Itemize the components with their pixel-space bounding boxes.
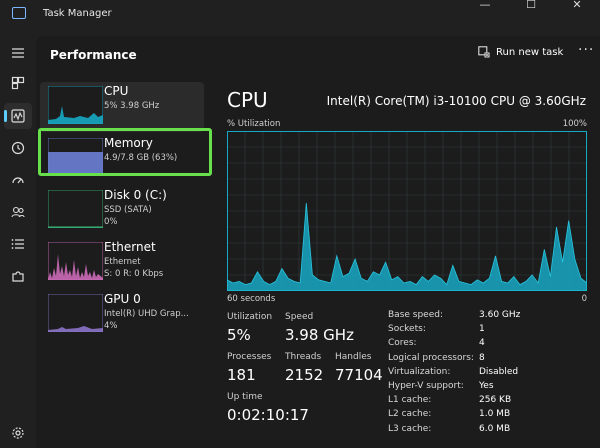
processes-icon (11, 76, 25, 90)
nav-app-history[interactable] (4, 135, 32, 161)
spec-key: Sockets: (388, 324, 426, 335)
device-type: Ethernet (104, 257, 141, 267)
spec-value: Yes (479, 381, 494, 391)
close-button[interactable]: ✕ (554, 0, 600, 12)
handles-value: 77104 (335, 366, 383, 384)
device-gpu[interactable]: GPU 0 Intel(R) UHD Grap... 4% (40, 290, 204, 340)
minimize-button[interactable]: — (462, 0, 508, 12)
ethernet-thumbnail (48, 242, 103, 280)
run-new-task-label: Run new task (496, 46, 564, 58)
gpu-thumbnail (48, 294, 103, 332)
handles-label: Handles (335, 352, 372, 362)
nav-performance[interactable] (4, 103, 32, 129)
threads-label: Threads (285, 352, 322, 362)
nav-services[interactable] (4, 263, 32, 289)
spec-value: 6.0 MB (479, 423, 511, 434)
spec-value: 8 (479, 352, 485, 363)
task-manager-app-icon (12, 7, 26, 19)
performance-icon (11, 109, 25, 123)
main-panel: Performance Run new task ··· CPU 5% 3.98… (36, 36, 600, 448)
users-icon (11, 206, 25, 218)
nav-processes[interactable] (4, 70, 32, 96)
spec-key: L1 cache: (388, 395, 432, 406)
spec-value: Disabled (479, 366, 519, 377)
device-model: Intel(R) UHD Grap... (104, 309, 189, 319)
spec-key: L2 cache: (388, 409, 432, 420)
nav-startup-apps[interactable] (4, 167, 32, 193)
title-bar: Task Manager — ☐ ✕ (0, 0, 600, 30)
maximize-button[interactable]: ☐ (508, 0, 554, 12)
disk-thumbnail (48, 190, 103, 228)
device-throughput: S: 0 R: 0 Kbps (104, 269, 164, 279)
utilization-label: Utilization (227, 312, 273, 322)
history-icon (11, 141, 25, 155)
spec-key: Virtualization: (388, 366, 451, 377)
device-cpu[interactable]: CPU 5% 3.98 GHz (40, 82, 204, 132)
device-usage: 0% (104, 217, 118, 227)
speed-label: Speed (285, 312, 314, 322)
cpu-model-name: Intel(R) Core(TM) i3-10100 CPU @ 3.60GHz (326, 94, 586, 108)
spec-key: Cores: (388, 338, 417, 349)
speed-value: 3.98 GHz (285, 326, 354, 344)
processes-value: 181 (227, 366, 256, 384)
device-type: SSD (SATA) (104, 205, 152, 215)
threads-value: 2152 (285, 366, 324, 384)
memory-highlight-box (38, 128, 212, 176)
device-disk[interactable]: Disk 0 (C:) SSD (SATA) 0% (40, 186, 204, 236)
uptime-value: 0:02:10:17 (227, 406, 309, 424)
cpu-detail-pane: CPU Intel(R) Core(TM) i3-10100 CPU @ 3.6… (214, 82, 600, 448)
device-name: GPU 0 (104, 292, 141, 306)
spec-value: 256 KB (479, 395, 512, 406)
spec-value: 4 (479, 338, 485, 349)
run-task-icon (478, 46, 490, 58)
device-summary: 5% 3.98 GHz (104, 101, 160, 111)
spec-key: Base speed: (388, 310, 443, 320)
min-axis-label: 0 (581, 294, 587, 304)
speedometer-icon (12, 177, 24, 184)
cpu-thumbnail (48, 86, 103, 124)
more-options-button[interactable]: ··· (578, 42, 594, 58)
device-ethernet[interactable]: Ethernet Ethernet S: 0 R: 0 Kbps (40, 238, 204, 288)
spec-value: 3.60 GHz (479, 310, 521, 320)
puzzle-icon (12, 271, 24, 282)
nav-details[interactable] (4, 231, 32, 257)
gear-icon (12, 427, 24, 439)
spec-key: Logical processors: (388, 352, 474, 363)
max-axis-label: 100% (562, 119, 587, 129)
nav-users[interactable] (4, 199, 32, 225)
page-title: Performance (50, 48, 137, 62)
hamburger-menu-button[interactable] (4, 40, 32, 66)
spec-value: 1.0 MB (479, 409, 511, 420)
device-name: CPU (104, 84, 129, 98)
utilization-value: 5% (227, 326, 251, 344)
nav-rail (0, 30, 36, 448)
spec-value: 1 (479, 324, 485, 335)
hamburger-icon (12, 48, 24, 58)
device-name: Disk 0 (C:) (104, 188, 167, 202)
nav-settings[interactable] (4, 420, 32, 446)
list-icon (11, 239, 24, 249)
device-usage: 4% (104, 321, 118, 331)
cpu-utilization-graph (227, 131, 587, 291)
graph-grid (227, 131, 587, 291)
utilization-axis-label: % Utilization (227, 119, 281, 129)
window-title: Task Manager (43, 8, 112, 19)
spec-key: Hyper-V support: (388, 381, 464, 391)
spec-key: L3 cache: (388, 423, 432, 434)
processes-label: Processes (227, 352, 272, 362)
run-new-task-button[interactable]: Run new task (478, 46, 563, 58)
uptime-label: Up time (227, 392, 263, 402)
time-axis-label: 60 seconds (227, 294, 276, 304)
device-name: Ethernet (104, 240, 156, 254)
detail-title: CPU (227, 88, 268, 112)
